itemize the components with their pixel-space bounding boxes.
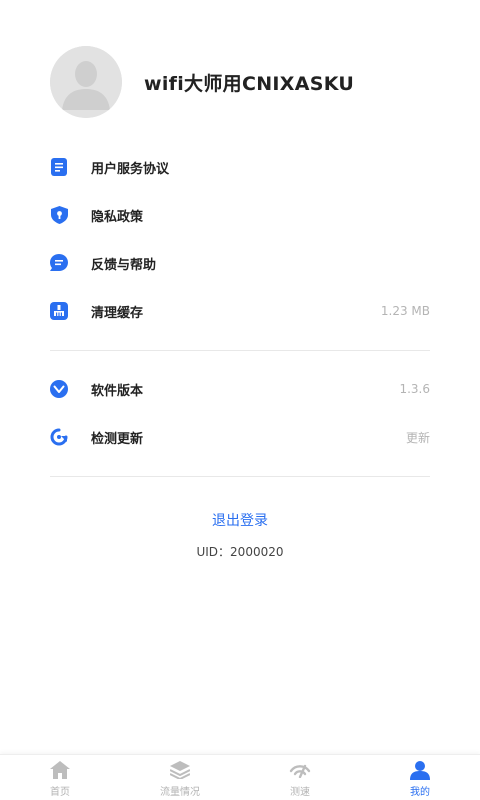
divider (50, 476, 430, 477)
uid-text: UID：2000020 (196, 545, 284, 559)
tab-home[interactable]: 首页 (0, 755, 120, 800)
tab-label: 测速 (290, 787, 310, 798)
tab-traffic[interactable]: 流量情况 (120, 755, 240, 800)
menu-item-feedback[interactable]: 反馈与帮助 (50, 239, 430, 287)
default-avatar-icon (50, 46, 122, 118)
menu-group-version: 软件版本 1.3.6 检测更新 更新 (50, 365, 430, 461)
menu-item-version[interactable]: 软件版本 1.3.6 (50, 365, 430, 413)
layers-icon (169, 759, 191, 781)
menu-label-feedback: 反馈与帮助 (91, 257, 157, 273)
broom-icon (50, 302, 68, 320)
tab-speedtest[interactable]: 测速 (240, 755, 360, 800)
shield-icon (50, 206, 68, 224)
menu-item-clear-cache[interactable]: 清理缓存 1.23 MB (50, 287, 430, 335)
tab-mine[interactable]: 我的 (360, 755, 480, 800)
divider (50, 350, 430, 351)
menu-label-version: 软件版本 (91, 383, 144, 399)
bottom-tab-bar: 首页 流量情况 测速 我的 (0, 754, 480, 800)
tab-label: 首页 (50, 787, 70, 798)
username: wifi大师用CNIXASKU (144, 72, 355, 95)
logout-button[interactable]: 退出登录 (0, 510, 480, 530)
menu-label-check-update: 检测更新 (91, 431, 144, 447)
menu-item-privacy[interactable]: 隐私政策 (50, 191, 430, 239)
menu-item-agreement[interactable]: 用户服务协议 (50, 143, 430, 191)
chat-icon (50, 254, 68, 272)
cache-size-value: 1.23 MB (380, 304, 430, 318)
menu-label-privacy: 隐私政策 (91, 209, 144, 225)
refresh-icon (50, 428, 68, 446)
update-status-value: 更新 (405, 430, 430, 445)
menu-label-clear-cache: 清理缓存 (91, 305, 144, 321)
avatar[interactable] (50, 46, 122, 118)
profile-header[interactable]: wifi大师用CNIXASKU (50, 46, 354, 118)
user-icon (409, 759, 431, 781)
speed-icon (289, 759, 311, 781)
document-icon (50, 158, 68, 176)
version-icon (50, 380, 68, 398)
version-value: 1.3.6 (399, 382, 430, 396)
home-icon (49, 759, 71, 781)
menu-label-agreement: 用户服务协议 (91, 161, 170, 177)
menu-item-check-update[interactable]: 检测更新 更新 (50, 413, 430, 461)
menu-group-general: 用户服务协议 隐私政策 反馈与帮助 清理缓存 1.23 MB (50, 143, 430, 335)
tab-label: 流量情况 (160, 787, 200, 798)
tab-label: 我的 (410, 787, 430, 798)
